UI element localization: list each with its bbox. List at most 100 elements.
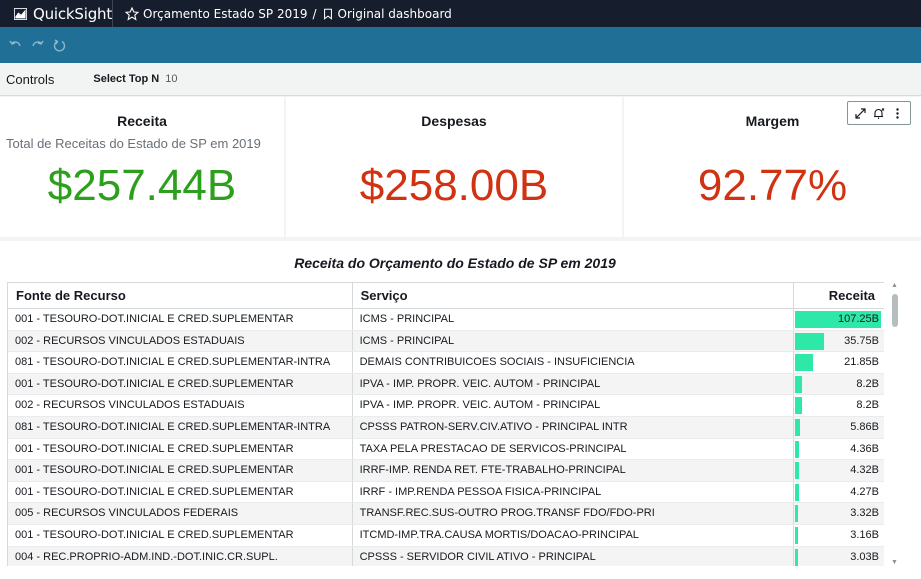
table-row[interactable]: 001 - TESOURO-DOT.INICIAL E CRED.SUPLEME… <box>8 438 884 461</box>
topn-control-label[interactable]: Select Top N <box>93 73 159 85</box>
cell-servico: TAXA PELA PRESTACAO DE SERVICOS-PRINCIPA… <box>353 438 795 460</box>
cell-servico: IPVA - IMP. PROPR. VEIC. AUTOM - PRINCIP… <box>353 373 795 395</box>
analysis-name[interactable]: Orçamento Estado SP 2019 <box>143 7 307 21</box>
receita-value: 5.86B <box>850 420 879 433</box>
scroll-thumb[interactable] <box>892 294 898 327</box>
receita-value: 3.03B <box>850 550 879 563</box>
table-row[interactable]: 001 - TESOURO-DOT.INICIAL E CRED.SUPLEME… <box>8 309 884 331</box>
cell-fonte: 002 - RECURSOS VINCULADOS ESTADUAIS <box>8 395 353 416</box>
cell-servico: DEMAIS CONTRIBUICOES SOCIAIS - INSUFICIE… <box>353 352 795 373</box>
cell-servico: CPSSS PATRON-SERV.CIV.ATIVO - PRINCIPAL … <box>353 416 795 438</box>
cell-receita: 8.2B <box>794 374 884 395</box>
table-title: Receita do Orçamento do Estado de SP em … <box>294 255 616 271</box>
controls-toggle[interactable]: Controls <box>6 72 54 87</box>
receita-value: 4.32B <box>850 464 879 477</box>
scroll-down-arrow-icon[interactable]: ▼ <box>891 559 898 566</box>
cell-servico: IPVA - IMP. PROPR. VEIC. AUTOM - PRINCIP… <box>353 395 795 416</box>
cell-receita: 3.03B <box>794 547 884 566</box>
cell-servico: TRANSF.REC.SUS-OUTRO PROG.TRANSF FDO/FDO… <box>353 503 795 524</box>
receita-value: 21.85B <box>844 356 879 369</box>
cell-fonte: 001 - TESOURO-DOT.INICIAL E CRED.SUPLEME… <box>8 309 353 330</box>
cell-receita: 4.27B <box>794 482 884 503</box>
topn-control-value[interactable]: 10 <box>165 73 177 85</box>
cell-receita: 107.25B <box>794 309 884 330</box>
table-row[interactable]: 001 - TESOURO-DOT.INICIAL E CRED.SUPLEME… <box>8 481 884 504</box>
table-header: Fonte de Recurso Serviço Receita <box>8 283 884 309</box>
cell-receita: 3.32B <box>794 503 884 524</box>
cell-receita: 5.86B <box>794 417 884 438</box>
receita-data-bar <box>795 375 802 393</box>
column-header-fonte[interactable]: Fonte de Recurso <box>8 283 353 308</box>
cell-fonte: 081 - TESOURO-DOT.INICIAL E CRED.SUPLEME… <box>8 416 353 438</box>
kpi-title: Despesas <box>421 113 487 129</box>
cell-servico: CPSSS - SERVIDOR CIVIL ATIVO - PRINCIPAL <box>353 546 795 566</box>
receita-data-bar <box>795 462 799 480</box>
receita-data-bar <box>795 397 802 415</box>
redo-icon[interactable] <box>30 38 45 53</box>
cell-fonte: 002 - RECURSOS VINCULADOS ESTADUAIS <box>8 330 353 352</box>
kpi-value: $258.00B <box>359 161 549 210</box>
cell-receita: 35.75B <box>794 331 884 352</box>
receita-value: 4.27B <box>850 485 879 498</box>
kpi-margem[interactable]: Margem 92.77% <box>624 97 921 237</box>
alert-bell-icon[interactable] <box>872 107 885 120</box>
table-row[interactable]: 001 - TESOURO-DOT.INICIAL E CRED.SUPLEME… <box>8 373 884 396</box>
cell-fonte: 001 - TESOURO-DOT.INICIAL E CRED.SUPLEME… <box>8 460 353 481</box>
cell-servico: ICMS - PRINCIPAL <box>353 330 795 352</box>
table-row[interactable]: 081 - TESOURO-DOT.INICIAL E CRED.SUPLEME… <box>8 416 884 439</box>
kpi-receita[interactable]: Receita Total de Receitas do Estado de S… <box>0 97 284 237</box>
receita-data-bar <box>795 483 799 501</box>
receita-value: 8.2B <box>856 399 879 412</box>
column-header-servico[interactable]: Serviço <box>353 283 795 308</box>
table-row[interactable]: 001 - TESOURO-DOT.INICIAL E CRED.SUPLEME… <box>8 524 884 547</box>
app-logo[interactable]: QuickSight <box>0 0 113 27</box>
table-row[interactable]: 004 - REC.PROPRIO-ADM.IND.-DOT.INIC.CR.S… <box>8 546 884 566</box>
receita-data-bar <box>795 332 824 350</box>
table-row[interactable]: 005 - RECURSOS VINCULADOS FEDERAIS TRANSF… <box>8 503 884 525</box>
visual-menu <box>847 101 911 125</box>
data-table: Fonte de Recurso Serviço Receita 001 - T… <box>7 282 884 566</box>
breadcrumb-separator: / <box>312 6 317 21</box>
bookmark-icon[interactable] <box>322 7 334 21</box>
top-bar: QuickSight Orçamento Estado SP 2019 / Or… <box>0 0 921 27</box>
kpi-value: 92.77% <box>697 161 848 210</box>
cell-fonte: 001 - TESOURO-DOT.INICIAL E CRED.SUPLEME… <box>8 481 353 503</box>
receita-table-visual[interactable]: Receita do Orçamento do Estado de SP em … <box>0 241 921 579</box>
table-row[interactable]: 002 - RECURSOS VINCULADOS ESTADUAIS IPVA … <box>8 395 884 417</box>
receita-value: 8.2B <box>856 377 879 390</box>
cell-fonte: 004 - REC.PROPRIO-ADM.IND.-DOT.INIC.CR.S… <box>8 546 353 566</box>
table-body: 001 - TESOURO-DOT.INICIAL E CRED.SUPLEME… <box>8 309 884 566</box>
toolbar <box>0 27 921 63</box>
kpi-subtitle: Total de Receitas do Estado de SP em 201… <box>6 136 261 151</box>
cell-servico: ITCMD-IMP.TRA.CAUSA MORTIS/DOACAO-PRINCI… <box>353 524 795 546</box>
cell-servico: IRRF-IMP. RENDA RET. FTE-TRABALHO-PRINCI… <box>353 460 795 481</box>
cell-fonte: 081 - TESOURO-DOT.INICIAL E CRED.SUPLEME… <box>8 352 353 373</box>
receita-data-bar <box>795 418 800 436</box>
controls-bar: Controls Select Top N 10 <box>0 63 921 96</box>
cell-fonte: 001 - TESOURO-DOT.INICIAL E CRED.SUPLEME… <box>8 373 353 395</box>
kpi-title: Receita <box>117 113 167 129</box>
table-row[interactable]: 081 - TESOURO-DOT.INICIAL E CRED.SUPLEME… <box>8 352 884 374</box>
receita-data-bar <box>795 526 799 544</box>
dashboard-name[interactable]: Original dashboard <box>338 7 452 21</box>
kpi-value: $257.44B <box>47 161 237 210</box>
receita-data-bar <box>795 440 799 458</box>
cell-receita: 3.16B <box>794 525 884 546</box>
cell-fonte: 001 - TESOURO-DOT.INICIAL E CRED.SUPLEME… <box>8 438 353 460</box>
cell-receita: 8.2B <box>794 395 884 416</box>
kpi-despesas[interactable]: Despesas $258.00B <box>286 97 622 237</box>
receita-value: 107.25B <box>838 313 879 325</box>
undo-icon[interactable] <box>8 38 23 53</box>
column-header-receita[interactable]: Receita <box>794 283 884 308</box>
table-row[interactable]: 001 - TESOURO-DOT.INICIAL E CRED.SUPLEME… <box>8 460 884 482</box>
table-row[interactable]: 002 - RECURSOS VINCULADOS ESTADUAIS ICMS … <box>8 330 884 353</box>
cell-receita: 4.36B <box>794 439 884 460</box>
reset-icon[interactable] <box>52 38 67 53</box>
receita-value: 35.75B <box>844 334 879 347</box>
receita-value: 3.16B <box>850 528 879 541</box>
table-scrollbar[interactable]: ▲ ▼ <box>889 282 901 566</box>
expand-icon[interactable] <box>854 107 867 120</box>
more-options-icon[interactable] <box>891 107 904 120</box>
scroll-up-arrow-icon[interactable]: ▲ <box>891 282 898 289</box>
star-icon[interactable] <box>125 6 139 21</box>
